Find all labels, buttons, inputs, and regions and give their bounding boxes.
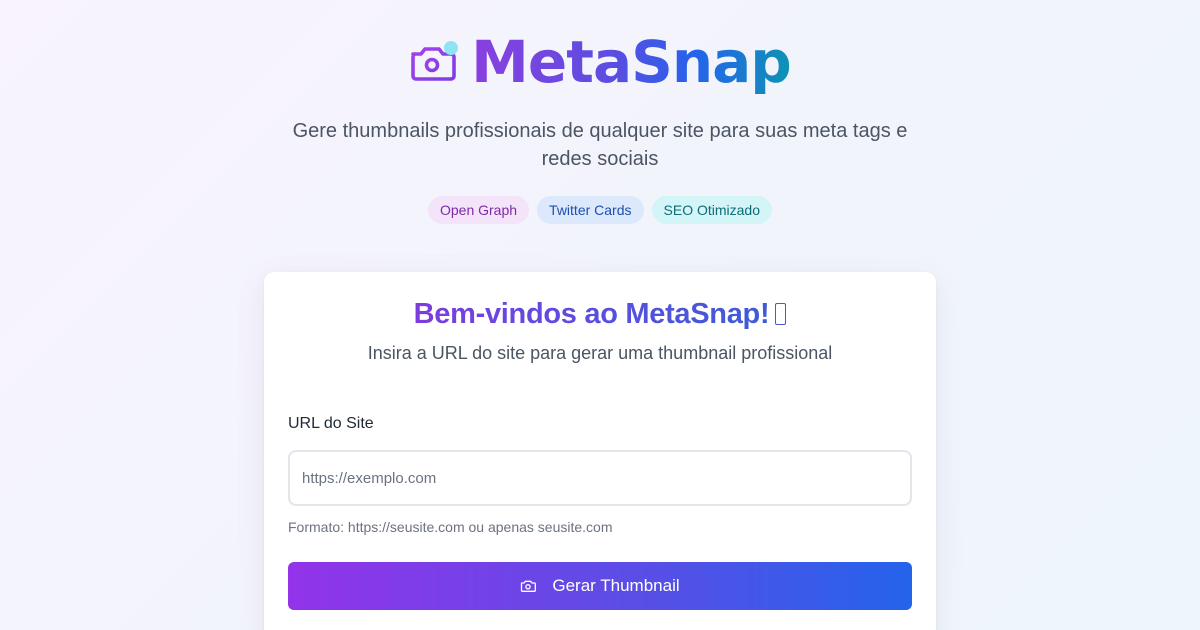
welcome-heading: Bem-vindos ao MetaSnap! [264, 296, 936, 332]
brand-title: MetaSnap [471, 28, 792, 96]
camera-icon [520, 578, 537, 594]
url-input[interactable] [288, 450, 912, 506]
generate-thumbnail-label: Gerar Thumbnail [552, 576, 680, 595]
generate-thumbnail-button[interactable]: Gerar Thumbnail [288, 562, 912, 610]
url-hint: Formato: https://seusite.com ou apenas s… [288, 519, 613, 535]
generator-card: Bem-vindos ao MetaSnap! Insira a URL do … [264, 272, 936, 630]
hero-subtitle: Gere thumbnails profissionais de qualque… [292, 120, 908, 170]
card-lead: Insira a URL do site para gerar uma thum… [367, 343, 833, 363]
badge-twitter-cards: Twitter Cards [537, 196, 644, 224]
welcome-title: Bem-vindos ao MetaSnap! [413, 298, 770, 330]
badge-seo: SEO Otimizado [651, 196, 772, 224]
badge-open-graph: Open Graph [427, 196, 530, 224]
camera-icon [409, 38, 459, 86]
emoji-placeholder-icon [775, 303, 787, 325]
feature-badges: Open Graph Twitter Cards SEO Otimizado [0, 196, 1200, 224]
brand-header: MetaSnap [0, 30, 1200, 94]
url-label: URL do Site [288, 415, 374, 432]
